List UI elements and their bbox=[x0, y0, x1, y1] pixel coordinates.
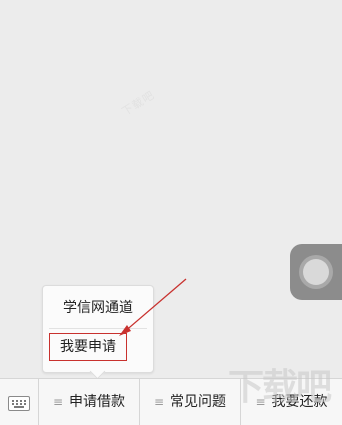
keyboard-toggle-button[interactable] bbox=[0, 379, 39, 425]
menu-lines-icon: ≡ bbox=[153, 395, 165, 409]
site-watermark-logo: 下载吧 bbox=[228, 367, 332, 408]
background-watermark: 下载吧 bbox=[119, 88, 157, 119]
tab-label: 申请借款 bbox=[69, 394, 126, 410]
menu-lines-icon: ≡ bbox=[52, 395, 64, 409]
assistive-touch-icon[interactable] bbox=[290, 244, 342, 300]
tab-label: 常见问题 bbox=[170, 394, 227, 410]
assistive-touch-inner-ring bbox=[303, 259, 329, 285]
tab-apply-loan[interactable]: ≡ 申请借款 bbox=[39, 379, 140, 425]
keyboard-icon bbox=[8, 396, 30, 411]
popup-divider bbox=[49, 328, 147, 329]
menu-item-apply[interactable]: 我要申请 bbox=[49, 333, 127, 361]
tab-faq[interactable]: ≡ 常见问题 bbox=[140, 379, 241, 425]
menu-item-xuexin-channel[interactable]: 学信网通道 bbox=[43, 296, 153, 320]
submenu-popup: 学信网通道 我要申请 bbox=[42, 285, 154, 373]
